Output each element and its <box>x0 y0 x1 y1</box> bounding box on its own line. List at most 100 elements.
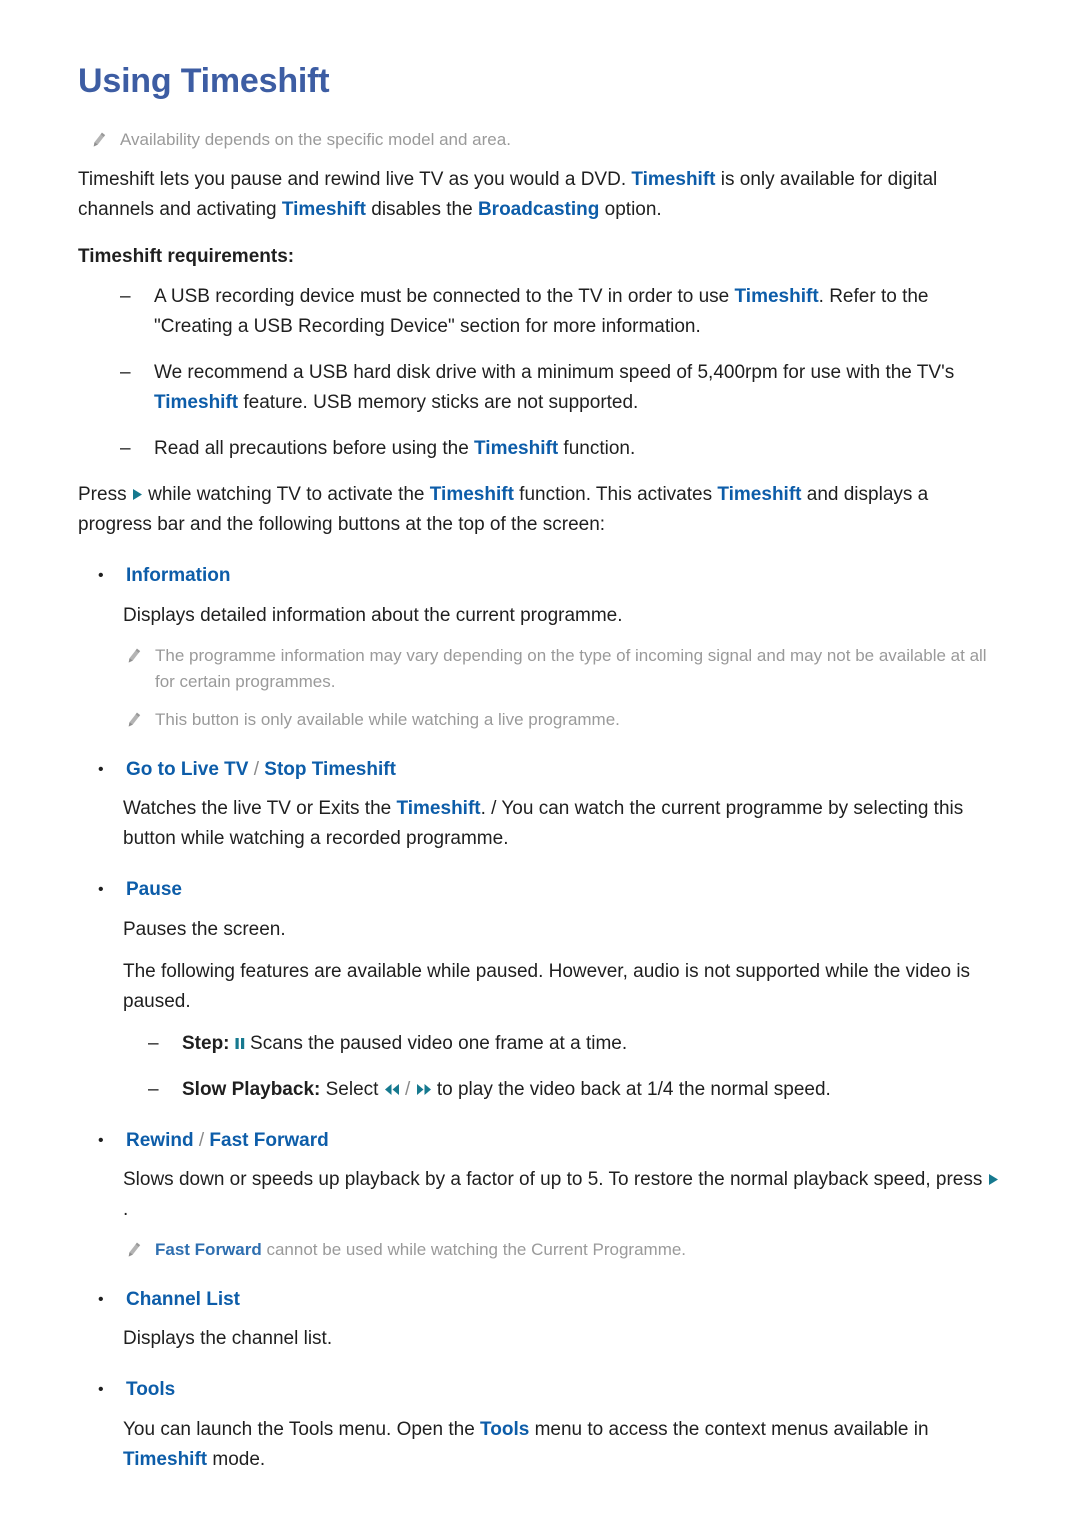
rewind-icon <box>384 1083 400 1096</box>
requirement-item: – Read all precautions before using the … <box>120 434 1002 464</box>
section-heading-go-to-live-tv[interactable]: • Go to Live TV / Stop Timeshift <box>98 756 1002 785</box>
term-timeshift: Timeshift <box>154 392 239 414</box>
term-broadcasting: Broadcasting <box>477 199 600 221</box>
requirement-text-a: A USB recording device must be connected… <box>154 285 735 307</box>
term-timeshift: Timeshift <box>717 484 802 506</box>
term-timeshift: Timeshift <box>631 169 716 191</box>
requirement-item: – A USB recording device must be connect… <box>120 282 1002 342</box>
label-separator: / <box>193 1129 210 1151</box>
intro-paragraph: Timeshift lets you pause and rewind live… <box>78 165 1002 225</box>
pause-sub-item-step: – Step: Scans the paused video one frame… <box>148 1029 1002 1059</box>
section-label-tools: Tools <box>126 1379 176 1401</box>
label-go-to-live-tv: Go to Live TV <box>126 758 249 780</box>
slow-playback-text: Slow Playback: Select / to play the vide… <box>182 1075 831 1105</box>
intro-text-c: disables the <box>365 199 478 221</box>
go-to-live-tv-body: Watches the live TV or Exits the Timeshi… <box>123 794 1002 854</box>
section-heading-tools[interactable]: • Tools <box>98 1376 1002 1405</box>
requirement-item: – We recommend a USB hard disk drive wit… <box>120 358 1002 418</box>
body-text-b: . <box>123 1199 129 1221</box>
bullet-marker: • <box>98 881 104 899</box>
play-icon <box>988 1173 999 1186</box>
term-timeshift: Timeshift <box>474 438 559 460</box>
section-label-information: Information <box>126 565 231 587</box>
activate-text-c: function. This activates <box>513 484 718 506</box>
fast-forward-note: Fast Forward cannot be used while watchi… <box>123 1237 1002 1263</box>
activate-paragraph: Press while watching TV to activate the … <box>78 480 1002 540</box>
requirement-text-a: We recommend a USB hard disk drive with … <box>154 362 955 383</box>
pause-icon <box>235 1037 245 1050</box>
requirements-heading: Timeshift requirements: <box>78 246 295 268</box>
channel-list-body: Displays the channel list. <box>123 1328 333 1350</box>
information-note-text: This button is only available while watc… <box>155 710 620 730</box>
section-label-go-to-live-tv: Go to Live TV / Stop Timeshift <box>126 756 396 785</box>
term-timeshift: Timeshift <box>429 484 514 506</box>
term-timeshift: Timeshift <box>123 1448 208 1470</box>
play-icon <box>132 488 143 501</box>
rewind-fast-forward-body: Slows down or speeds up playback by a fa… <box>123 1165 1002 1225</box>
step-description: Scans the paused video one frame at a ti… <box>244 1032 628 1054</box>
tools-body: You can launch the Tools menu. Open the … <box>123 1415 1002 1475</box>
requirement-text: A USB recording device must be connected… <box>154 282 1002 342</box>
information-body: Displays detailed information about the … <box>123 604 623 626</box>
requirement-text-b: function. <box>558 438 636 460</box>
fast-forward-note-text: Fast Forward cannot be used while watchi… <box>155 1237 686 1263</box>
slow-playback-label: Slow Playback: <box>182 1078 321 1100</box>
note-rest: cannot be used while watching the Curren… <box>261 1240 687 1260</box>
step-label: Step: <box>182 1032 230 1054</box>
activate-text-b: while watching TV to activate the <box>142 484 430 506</box>
dash-marker: – <box>120 362 131 383</box>
pause-body-1: Pauses the screen. <box>123 918 286 940</box>
information-note: The programme information may vary depen… <box>123 643 1002 696</box>
pencil-icon <box>123 710 143 732</box>
body-text-a: Slows down or speeds up playback by a fa… <box>123 1169 988 1191</box>
bullet-marker: • <box>98 760 104 778</box>
glyph-separator: / <box>399 1078 416 1100</box>
section-label-channel-list: Channel List <box>126 1288 241 1310</box>
availability-note-text: Availability depends on the specific mod… <box>120 130 511 150</box>
dash-marker: – <box>120 438 131 460</box>
body-text-a: Watches the live TV or Exits the <box>123 798 397 820</box>
section-heading-rewind-fast-forward[interactable]: • Rewind / Fast Forward <box>98 1127 1002 1156</box>
step-text: Step: Scans the paused video one frame a… <box>182 1029 627 1059</box>
fast-forward-icon <box>416 1083 432 1096</box>
label-rewind: Rewind <box>126 1129 194 1151</box>
term-timeshift: Timeshift <box>396 798 481 820</box>
section-heading-information[interactable]: • Information <box>98 562 1002 591</box>
pencil-icon <box>123 1240 143 1262</box>
section-heading-channel-list[interactable]: • Channel List <box>98 1286 1002 1315</box>
section-heading-pause[interactable]: • Pause <box>98 876 1002 905</box>
page-title: Using Timeshift <box>78 62 330 100</box>
activate-text-a: Press <box>78 484 132 506</box>
intro-text-a: Timeshift lets you pause and rewind live… <box>78 169 632 191</box>
pencil-icon <box>123 646 143 668</box>
requirement-text-a: Read all precautions before using the <box>154 438 475 460</box>
availability-note: Availability depends on the specific mod… <box>88 127 1002 153</box>
information-note: This button is only available while watc… <box>123 707 1002 733</box>
tools-text-c: mode. <box>207 1448 266 1470</box>
label-separator: / <box>248 758 265 780</box>
pencil-icon <box>88 130 108 152</box>
section-label-rewind-fast-forward: Rewind / Fast Forward <box>126 1127 329 1156</box>
term-timeshift: Timeshift <box>281 199 366 221</box>
dash-marker: – <box>120 285 131 307</box>
label-fast-forward: Fast Forward <box>209 1129 329 1151</box>
slow-playback-text-b: to play the video back at 1/4 the normal… <box>431 1078 831 1100</box>
term-tools: Tools <box>480 1418 530 1440</box>
bullet-marker: • <box>98 567 104 585</box>
tools-text-b: menu to access the context menus availab… <box>529 1418 929 1440</box>
requirement-text-b: feature. USB memory sticks are not suppo… <box>238 392 639 414</box>
tools-text-a: You can launch the Tools menu. Open the <box>123 1418 481 1440</box>
document-page: Using Timeshift Availability depends on … <box>0 0 1080 1527</box>
slow-playback-text-a: Select <box>320 1078 384 1100</box>
pause-body-2: The following features are available whi… <box>123 960 971 1012</box>
dash-marker: – <box>148 1032 159 1054</box>
term-fast-forward: Fast Forward <box>155 1240 262 1260</box>
term-timeshift: Timeshift <box>734 285 819 307</box>
requirement-text: We recommend a USB hard disk drive with … <box>154 358 1002 418</box>
bullet-marker: • <box>98 1290 104 1308</box>
information-note-text: The programme information may vary depen… <box>155 645 987 691</box>
intro-text-d: option. <box>599 199 662 221</box>
section-label-pause: Pause <box>126 879 182 901</box>
pause-sub-item-slow-playback: – Slow Playback: Select / to play the vi… <box>148 1075 1002 1105</box>
label-stop-timeshift: Stop Timeshift <box>264 758 396 780</box>
